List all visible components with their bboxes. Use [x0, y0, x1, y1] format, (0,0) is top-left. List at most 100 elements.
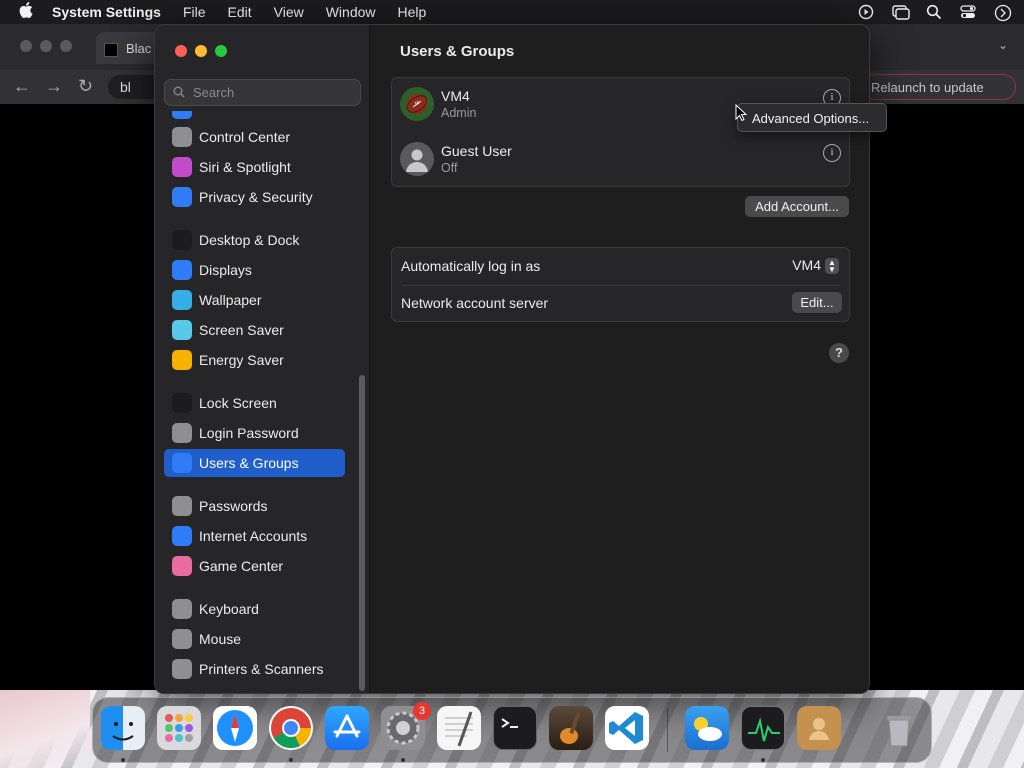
menu-app-name[interactable]: System Settings	[52, 4, 161, 20]
app-store-icon[interactable]	[325, 706, 369, 750]
sidebar-item-users-groups[interactable]: Users & Groups	[164, 449, 345, 477]
guest-avatar-icon	[400, 142, 434, 176]
sidebar-item-label: Login Password	[199, 425, 299, 441]
sidebar-item-label: Passwords	[199, 498, 268, 514]
search-field[interactable]: Search	[164, 79, 361, 106]
lock-screen-icon	[172, 393, 192, 413]
notification-badge: 3	[413, 702, 431, 720]
activity-monitor-icon[interactable]	[741, 706, 785, 750]
browser-close-button[interactable]	[20, 40, 32, 52]
siri-menu-icon[interactable]	[994, 4, 1012, 22]
login-password-icon	[172, 423, 192, 443]
football-avatar-icon	[400, 87, 434, 121]
browser-tab-title: Blac	[126, 41, 152, 56]
running-indicator	[761, 758, 765, 762]
minimize-button[interactable]	[195, 45, 207, 57]
relaunch-to-update-button[interactable]: Relaunch to update	[862, 74, 1016, 100]
sidebar-item-label: Desktop & Dock	[199, 232, 300, 248]
at-icon	[172, 526, 192, 546]
menu-view[interactable]: View	[274, 4, 304, 20]
sidebar-item-label: Privacy & Security	[199, 189, 313, 205]
key-icon	[172, 496, 192, 516]
auto-login-select[interactable]: VM4 ▲ ▼	[792, 257, 839, 275]
sidebar-scrollbar[interactable]	[359, 375, 365, 691]
spotlight-search-icon[interactable]	[926, 4, 942, 20]
weather-icon[interactable]	[685, 706, 729, 750]
safari-icon[interactable]	[213, 706, 257, 750]
hand-icon	[172, 187, 192, 207]
info-icon[interactable]: i	[823, 144, 841, 162]
sidebar-item-partial[interactable]	[164, 111, 345, 119]
reload-icon[interactable]: ↻	[78, 76, 93, 97]
running-indicator	[121, 758, 125, 762]
sidebar-item-lock-screen[interactable]: Lock Screen	[164, 389, 345, 417]
sidebar-item-label: Energy Saver	[199, 352, 284, 368]
sidebar-item-mouse[interactable]: Mouse	[164, 625, 345, 653]
sidebar-item-wallpaper[interactable]: Wallpaper	[164, 286, 345, 314]
users-groups-icon	[172, 453, 192, 473]
menu-help[interactable]: Help	[398, 4, 427, 20]
search-icon	[173, 86, 185, 98]
sidebar-item-siri-spotlight[interactable]: Siri & Spotlight	[164, 153, 345, 181]
terminal-icon[interactable]	[493, 706, 537, 750]
sidebar-item-privacy-security[interactable]: Privacy & Security	[164, 183, 345, 211]
user-row-guest[interactable]: Guest User Off i	[392, 133, 851, 187]
running-indicator	[401, 758, 405, 762]
sidebar-item-displays[interactable]: Displays	[164, 256, 345, 284]
menu-file[interactable]: File	[183, 4, 206, 20]
system-settings-icon[interactable]: 3	[381, 702, 431, 750]
advanced-options-menu-item[interactable]: Advanced Options...	[737, 103, 887, 132]
screen-saver-icon	[172, 320, 192, 340]
garageband-icon[interactable]	[549, 706, 593, 750]
zoom-button[interactable]	[215, 45, 227, 57]
sidebar-item-internet-accounts[interactable]: Internet Accounts	[164, 522, 345, 550]
sidebar-item-game-center[interactable]: Game Center	[164, 552, 345, 580]
close-button[interactable]	[175, 45, 187, 57]
sidebar-item-login-password[interactable]: Login Password	[164, 419, 345, 447]
screen-mirroring-icon[interactable]	[892, 4, 910, 20]
sidebar-item-screen-saver[interactable]: Screen Saver	[164, 316, 345, 344]
sidebar-item-label: Siri & Spotlight	[199, 159, 291, 175]
vscode-icon[interactable]	[605, 706, 649, 750]
keyboard-icon	[172, 599, 192, 619]
dock-separator	[667, 708, 668, 752]
sidebar-item-keyboard[interactable]: Keyboard	[164, 595, 345, 623]
control-center-menu-icon[interactable]	[960, 4, 976, 20]
sidebar-item-printers-scanners[interactable]: Printers & Scanners	[164, 655, 345, 683]
add-account-button[interactable]: Add Account...	[745, 196, 849, 217]
help-button[interactable]: ?	[829, 343, 849, 363]
edit-button[interactable]: Edit...	[792, 292, 842, 313]
running-indicator	[289, 758, 293, 762]
finder-icon[interactable]	[101, 706, 145, 750]
search-placeholder: Search	[193, 85, 235, 100]
sidebar-item-label: Screen Saver	[199, 322, 284, 338]
sidebar-item-passwords[interactable]: Passwords	[164, 492, 345, 520]
desktop-dock-icon	[172, 230, 192, 250]
sidebar-item-energy-saver[interactable]: Energy Saver	[164, 346, 345, 374]
trash-icon[interactable]	[877, 706, 921, 750]
sidebar-item-label: Internet Accounts	[199, 528, 308, 544]
chrome-icon[interactable]	[269, 706, 313, 750]
back-arrow-icon[interactable]: ←	[13, 76, 31, 97]
screen-record-icon[interactable]	[858, 4, 874, 20]
sidebar-item-desktop-dock[interactable]: Desktop & Dock	[164, 226, 345, 254]
browser-minimize-button[interactable]	[40, 40, 52, 52]
browser-zoom-button[interactable]	[60, 40, 72, 52]
tab-favicon-icon	[104, 42, 118, 57]
textedit-icon[interactable]	[437, 706, 481, 750]
menu-bar: System Settings File Edit View Window He…	[0, 0, 1024, 24]
displays-icon	[172, 260, 192, 280]
launchpad-icon[interactable]	[157, 706, 201, 750]
menu-edit[interactable]: Edit	[228, 4, 252, 20]
tab-list-chevron-icon[interactable]: ⌄	[998, 38, 1008, 52]
login-options-card: Automatically log in as VM4 ▲ ▼ Network ac…	[391, 247, 850, 322]
siri-icon	[172, 157, 192, 177]
sidebar-item-control-center[interactable]: Control Center	[164, 123, 345, 151]
forward-arrow-icon[interactable]: →	[45, 76, 63, 97]
menu-window[interactable]: Window	[326, 4, 376, 20]
apple-menu-icon[interactable]	[0, 2, 52, 22]
sidebar-item-label: Printers & Scanners	[199, 661, 324, 677]
mouse-cursor-icon	[735, 104, 747, 122]
advanced-options-label: Advanced Options...	[752, 111, 870, 126]
contacts-icon[interactable]	[797, 706, 841, 750]
